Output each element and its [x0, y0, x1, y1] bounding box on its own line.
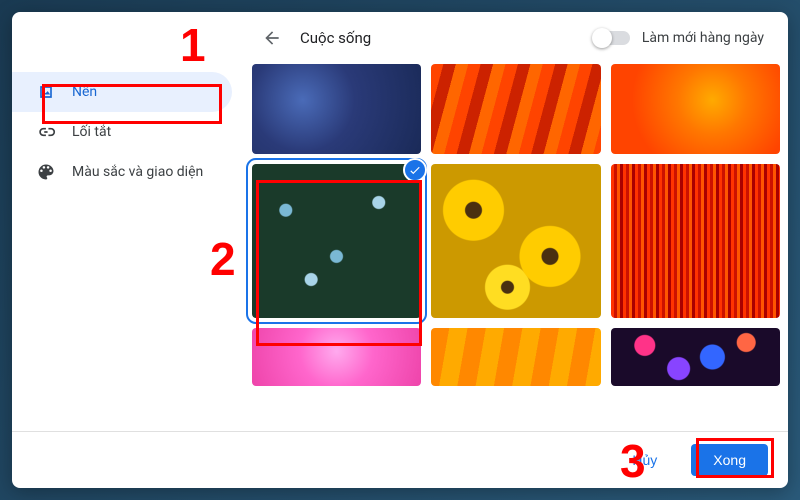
thumbnail[interactable]	[252, 64, 421, 154]
cancel-button[interactable]: Hủy	[610, 444, 679, 476]
thumbnail[interactable]	[611, 164, 780, 318]
daily-refresh-toggle-group: Làm mới hàng ngày	[594, 30, 764, 46]
done-button[interactable]: Xong	[691, 444, 768, 476]
dialog-header: Cuộc sống Làm mới hàng ngày	[12, 12, 788, 64]
daily-refresh-label: Làm mới hàng ngày	[642, 30, 764, 46]
arrow-left-icon	[262, 28, 282, 48]
sidebar-item-label: Nền	[72, 84, 97, 100]
palette-icon	[36, 162, 56, 182]
thumbnail[interactable]	[611, 64, 780, 154]
dialog-footer: Hủy Xong	[12, 431, 788, 488]
sidebar-item-theme[interactable]: Màu sắc và giao diện	[12, 152, 232, 192]
thumbnail[interactable]	[252, 328, 421, 386]
sidebar-item-background[interactable]: Nền	[12, 72, 232, 112]
link-icon	[36, 122, 56, 142]
thumbnail-selected[interactable]	[252, 164, 421, 318]
thumbnail[interactable]	[611, 328, 780, 386]
daily-refresh-toggle[interactable]	[594, 31, 630, 45]
sidebar-item-label: Lối tắt	[72, 124, 111, 140]
thumbnail[interactable]	[431, 328, 600, 386]
sidebar-item-label: Màu sắc và giao diện	[72, 164, 203, 180]
check-icon	[403, 158, 427, 182]
thumbnail[interactable]	[431, 64, 600, 154]
sidebar-item-shortcuts[interactable]: Lối tắt	[12, 112, 232, 152]
background-gallery[interactable]	[244, 64, 788, 431]
dialog-body: Nền Lối tắt Màu sắc và giao diện	[12, 64, 788, 431]
thumbnail[interactable]	[431, 164, 600, 318]
sidebar: Nền Lối tắt Màu sắc và giao diện	[12, 64, 244, 431]
customize-dialog: Cuộc sống Làm mới hàng ngày Nền Lối tắt	[12, 12, 788, 488]
category-title: Cuộc sống	[300, 29, 578, 47]
back-button[interactable]	[260, 26, 284, 50]
image-icon	[36, 82, 56, 102]
